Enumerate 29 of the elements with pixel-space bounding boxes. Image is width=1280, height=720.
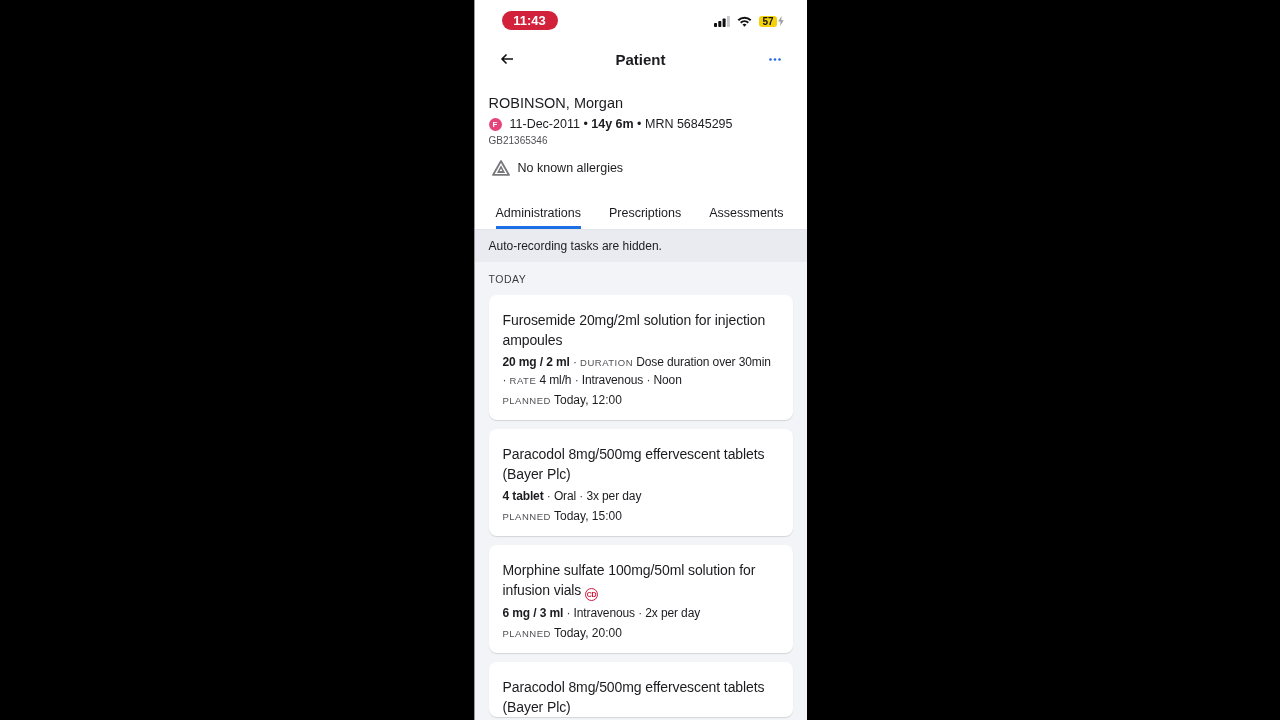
dose-details: 4 tablet · Oral · 3x per day [502, 488, 643, 505]
patient-identifier: GB21365346 [488, 134, 549, 148]
page-title: Patient [615, 50, 666, 68]
back-arrow-icon [500, 54, 513, 64]
warning-triangle-icon [491, 160, 510, 176]
allergy-status: No known allergies [517, 161, 624, 175]
planned-time: PLANNED Today, 12:00 [502, 392, 623, 409]
status-time: 11:43 [501, 10, 558, 30]
sex-badge: F [488, 117, 502, 131]
patient-demographics: 11-Dec-2011 • 14y 6m • MRN 56845295 [509, 117, 733, 131]
planned-time: PLANNED Today, 20:00 [502, 625, 623, 642]
dose-details: 6 mg / 3 ml · Intravenous · 2x per day [502, 605, 702, 622]
medication-card[interactable]: Paracodol 8mg/500mg effervescent tablets (Bayer Plc) 4 tablet · Oral · 3x per day PLANNED Today, 15:00 [488, 429, 793, 536]
medication-card[interactable]: Furosemide 20mg/2ml solution for injection ampoules 20 mg / 2 ml · DURATION Dose duration over 30min · RATE 4 ml/h · Intravenous · Noon PLANNED Today, 12:00 [488, 295, 793, 420]
battery-level: 57 [759, 15, 777, 27]
signal-icon [714, 15, 731, 27]
info-banner: Auto-recording tasks are hidden. [474, 230, 807, 262]
medication-card[interactable]: Paracodol 8mg/500mg effervescent tablets (Bayer Plc) [488, 662, 793, 717]
tab[interactable]: Prescriptions [608, 198, 682, 229]
medication-name: Paracodol 8mg/500mg effervescent tablets (Bayer Plc) [502, 445, 766, 484]
medication-name: Furosemide 20mg/2ml solution for injection ampoules [502, 311, 767, 350]
wifi-icon [737, 15, 753, 27]
planned-time: PLANNED Today, 15:00 [502, 508, 623, 525]
section-heading: TODAY [487, 271, 528, 287]
medication-name: Paracodol 8mg/500mg effervescent tablets (Bayer Plc) [502, 678, 766, 717]
more-icon [768, 57, 781, 61]
dose-details: 20 mg / 2 ml · DURATION Dose duration over 30min · RATE 4 ml/h · Intravenous · Noon [502, 354, 772, 389]
patient-name: ROBINSON, Morgan [488, 94, 625, 113]
tab[interactable]: Assessments [709, 198, 784, 229]
